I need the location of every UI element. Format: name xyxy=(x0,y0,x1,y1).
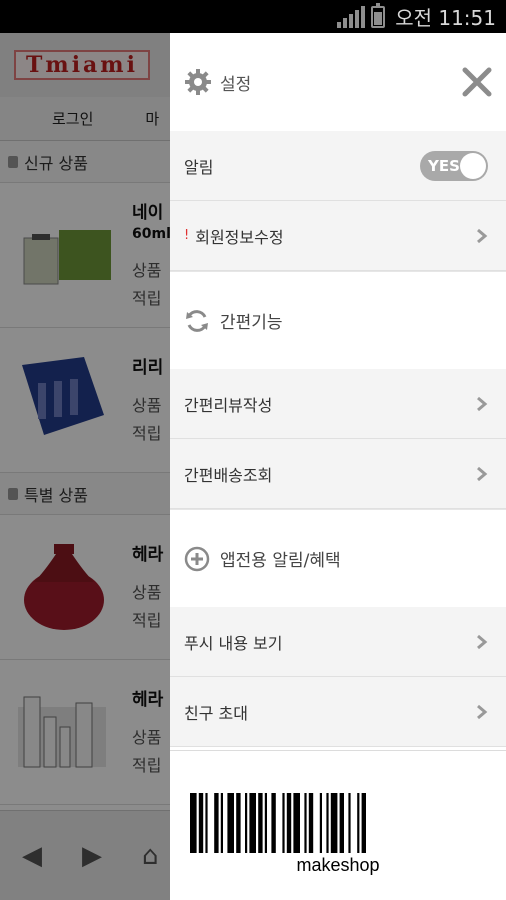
app-benefits-group: 앱전용 알림/혜택 xyxy=(170,509,506,607)
barcode-area: makeshop xyxy=(170,750,506,900)
status-bar: 오전 11:51 xyxy=(0,0,506,33)
barcode-image xyxy=(190,793,366,853)
close-icon[interactable] xyxy=(460,65,494,99)
toggle-knob xyxy=(460,152,486,179)
notification-row: 알림 YES xyxy=(170,131,506,201)
quick-delivery-row[interactable]: 간편배송조회 xyxy=(170,439,506,509)
quick-features-group: 간편기능 xyxy=(170,271,506,369)
push-view-row[interactable]: 푸시 내용 보기 xyxy=(170,607,506,677)
drawer-header: 설정 xyxy=(170,33,506,131)
settings-drawer: 설정 알림 YES ! 회원정보수정 간편기능 간편리뷰작성 간편배송조회 앱전… xyxy=(170,33,506,900)
gear-icon xyxy=(185,69,211,95)
chevron-right-icon xyxy=(477,704,488,719)
invite-friend-row[interactable]: 친구 초대 xyxy=(170,677,506,747)
plus-circle-icon xyxy=(184,546,210,571)
quick-review-label: 간편리뷰작성 xyxy=(184,395,273,415)
barcode-text: makeshop xyxy=(296,855,380,875)
quick-delivery-label: 간편배송조회 xyxy=(184,465,273,485)
chevron-right-icon xyxy=(477,228,488,243)
status-time: 오전 11:51 xyxy=(395,6,496,30)
notification-toggle[interactable]: YES xyxy=(420,150,488,181)
drawer-title: 설정 xyxy=(220,74,252,95)
member-edit-label: 회원정보수정 xyxy=(195,227,284,247)
quick-features-title: 간편기능 xyxy=(220,313,283,333)
chevron-right-icon xyxy=(477,396,488,411)
chevron-right-icon xyxy=(477,634,488,649)
member-edit-row[interactable]: ! 회원정보수정 xyxy=(170,201,506,271)
chevron-right-icon xyxy=(477,466,488,481)
quick-review-row[interactable]: 간편리뷰작성 xyxy=(170,369,506,439)
notification-label: 알림 xyxy=(184,157,214,177)
signal-icon xyxy=(337,5,366,28)
app-benefits-title: 앱전용 알림/혜택 xyxy=(220,551,341,571)
refresh-icon xyxy=(186,309,208,332)
battery-icon xyxy=(371,2,386,28)
invite-friend-label: 친구 초대 xyxy=(184,703,248,723)
push-view-label: 푸시 내용 보기 xyxy=(184,633,283,653)
warning-icon: ! xyxy=(184,228,190,243)
